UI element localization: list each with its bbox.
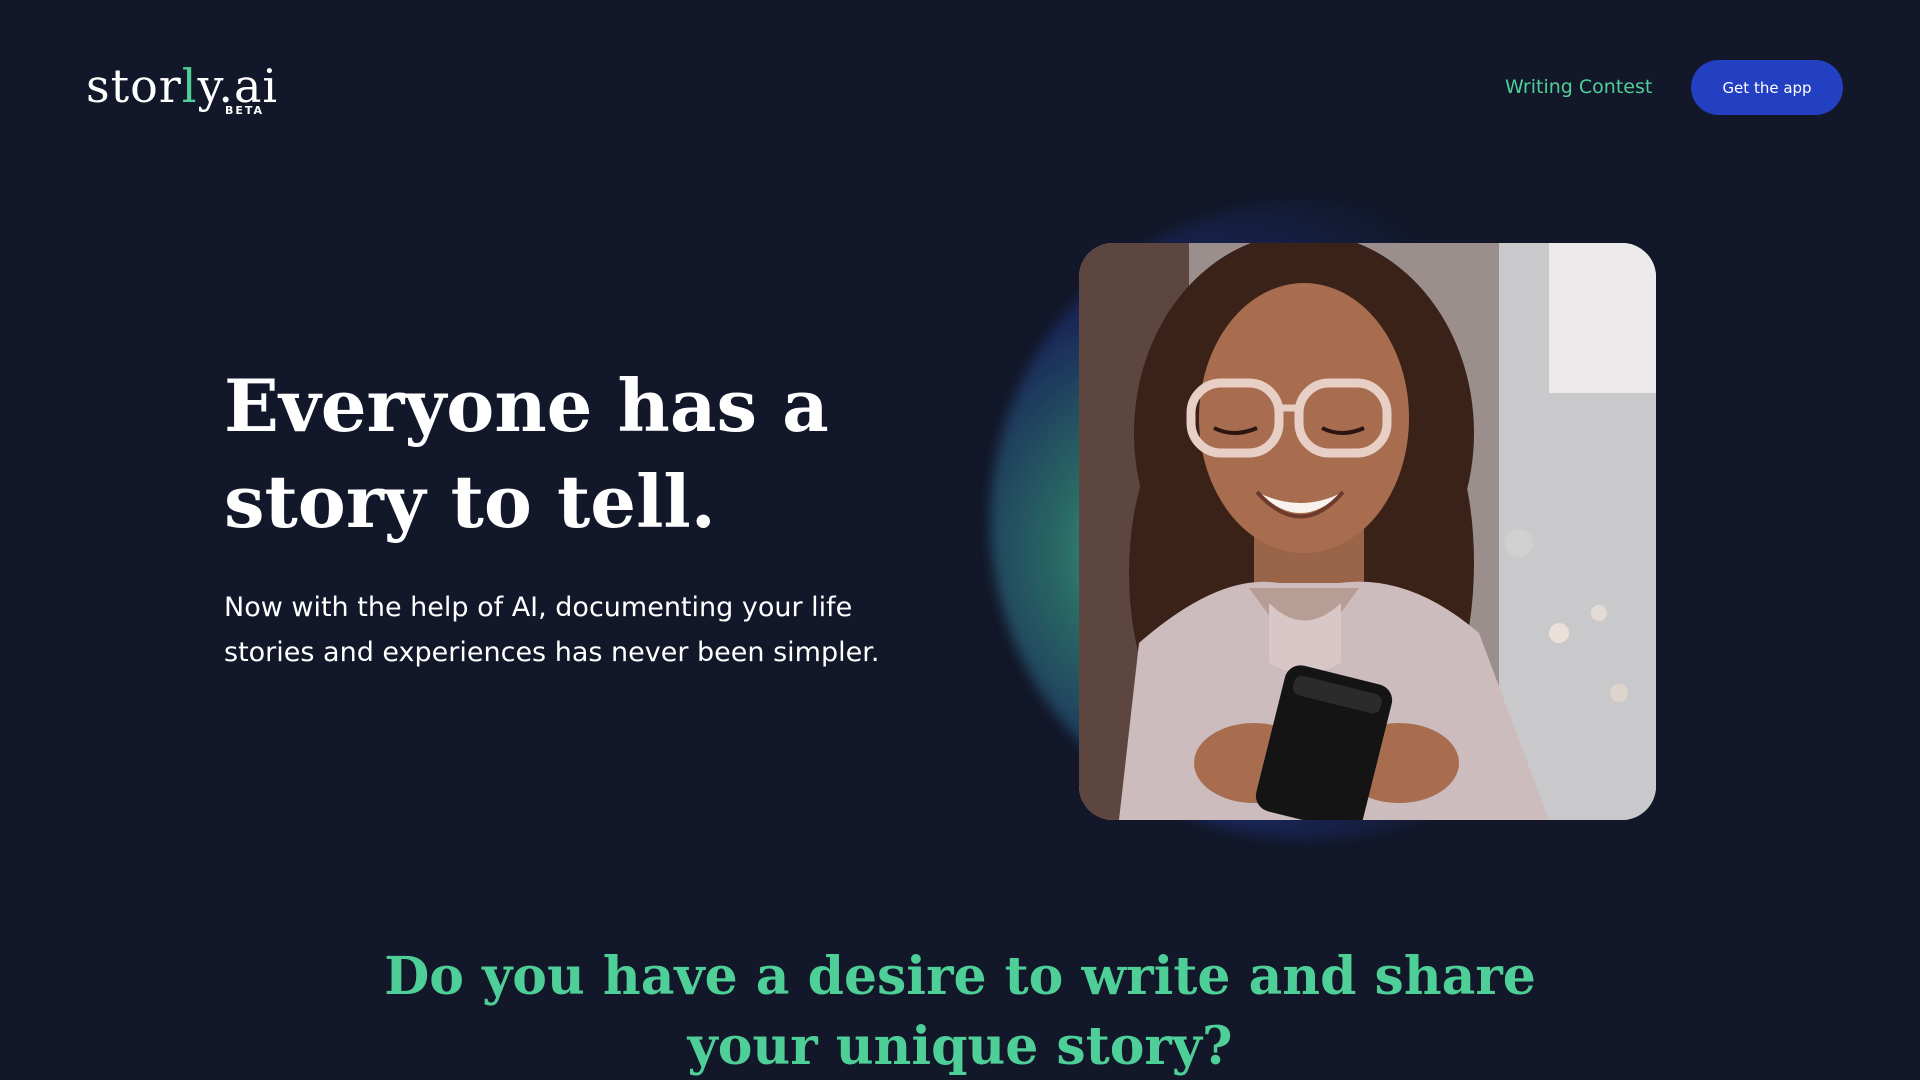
- logo[interactable]: storly.ai BETA: [86, 58, 277, 120]
- section-heading-line-1: Do you have a desire to write and share: [384, 946, 1536, 1007]
- section-heading: Do you have a desire to write and share …: [360, 942, 1560, 1080]
- woman-smiling-at-phone-photo: [1079, 243, 1656, 820]
- beta-badge: BETA: [224, 104, 264, 117]
- writing-contest-link[interactable]: Writing Contest: [1505, 72, 1652, 102]
- logo-accent-letter: l: [181, 59, 198, 113]
- section-heading-line-2: your unique story?: [687, 1016, 1233, 1077]
- hero-subtitle: Now with the help of AI, documenting you…: [224, 592, 880, 668]
- hero-photo: [1079, 243, 1656, 820]
- hero-title-line-2: story to tell.: [224, 459, 716, 544]
- hero-title: Everyone has a story to tell.: [224, 358, 944, 550]
- get-the-app-button[interactable]: Get the app: [1691, 60, 1843, 115]
- hero-title-line-1: Everyone has a: [224, 363, 829, 448]
- logo-prefix: stor: [86, 59, 182, 113]
